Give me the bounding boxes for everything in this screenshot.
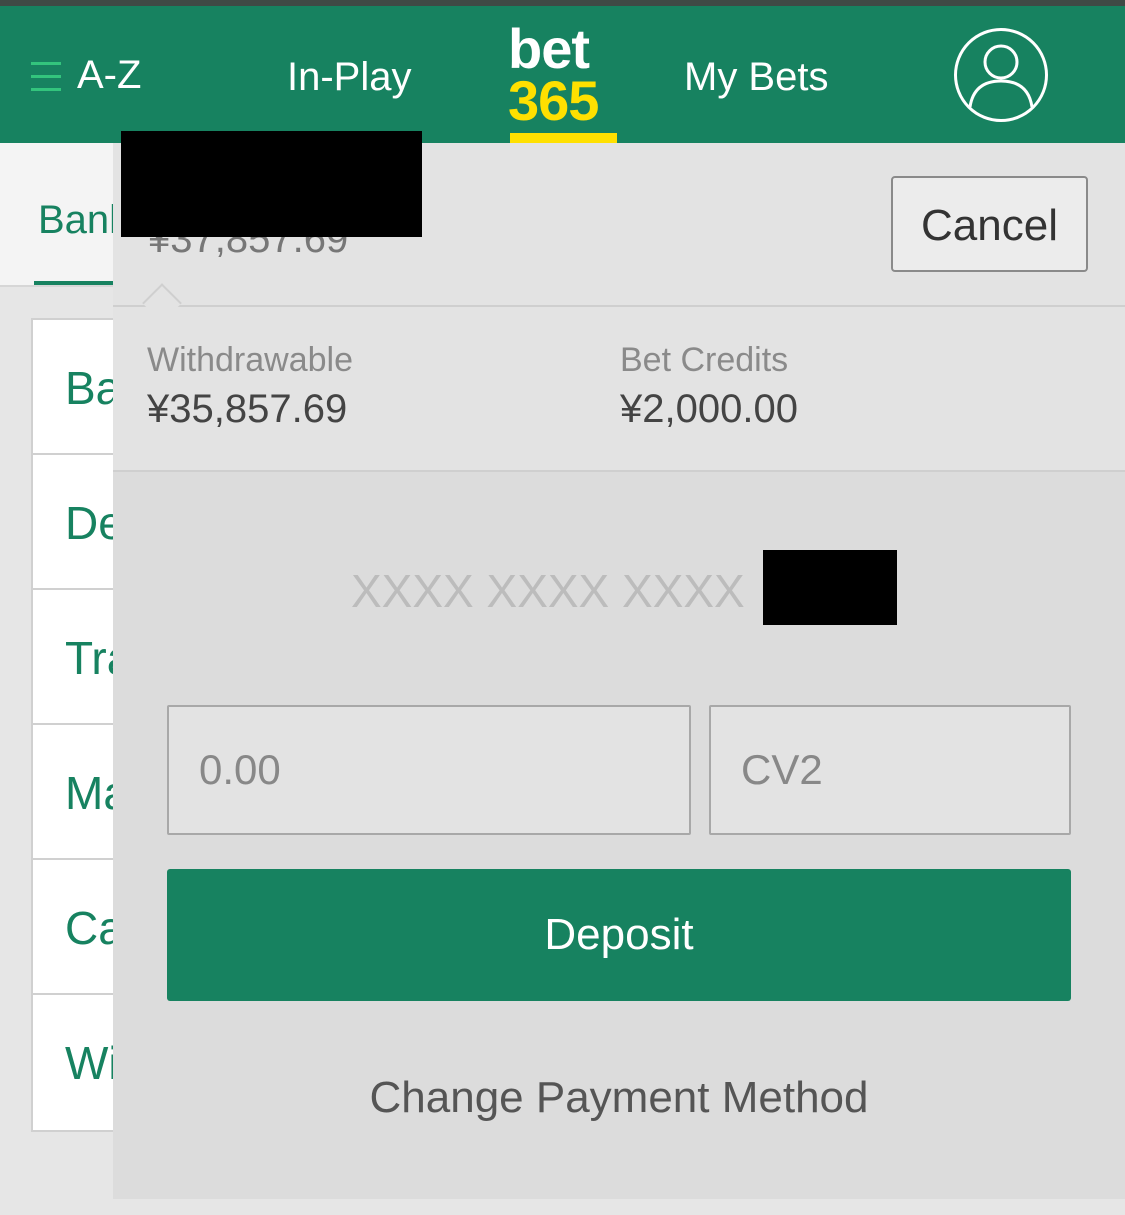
in-play-link[interactable]: In-Play [287, 53, 412, 101]
my-bets-link[interactable]: My Bets [684, 53, 828, 101]
az-menu-link[interactable]: A-Z [77, 51, 141, 99]
background-tab-banking[interactable]: Banl [38, 196, 118, 244]
withdrawable-label: Withdrawable [147, 341, 353, 379]
balance-breakdown: Withdrawable ¥35,857.69 Bet Credits ¥2,0… [113, 307, 1125, 472]
cancel-button[interactable]: Cancel [891, 176, 1088, 272]
bet-credits-label: Bet Credits [620, 341, 789, 379]
cv2-input[interactable]: CV2 [709, 705, 1071, 835]
bet365-logo[interactable]: bet 365 [508, 20, 618, 143]
deposit-panel: ¥37,857.69 Cancel Withdrawable ¥35,857.6… [113, 143, 1125, 1199]
amount-placeholder: 0.00 [199, 746, 281, 793]
background-tab-underline [34, 281, 124, 285]
bet-credits-value: ¥2,000.00 [620, 387, 798, 431]
top-nav-bar: A-Z In-Play bet 365 My Bets [0, 6, 1125, 143]
deposit-button[interactable]: Deposit [167, 869, 1071, 1001]
deposit-form: XXXX XXXX XXXX 0.00 CV2 Deposit Change P… [113, 472, 1125, 1199]
change-payment-method-link[interactable]: Change Payment Method [113, 1071, 1125, 1125]
active-tab-indicator [510, 133, 617, 143]
cv2-placeholder: CV2 [741, 746, 823, 793]
redaction-block [121, 131, 422, 237]
hamburger-icon[interactable] [31, 62, 61, 94]
card-number-masked: XXXX XXXX XXXX [351, 565, 745, 617]
withdrawable-value: ¥35,857.69 [147, 387, 348, 431]
logo-365-text: 365 [508, 69, 599, 132]
user-account-icon[interactable] [953, 27, 1049, 123]
amount-input[interactable]: 0.00 [167, 705, 691, 835]
redaction-block [763, 550, 897, 625]
